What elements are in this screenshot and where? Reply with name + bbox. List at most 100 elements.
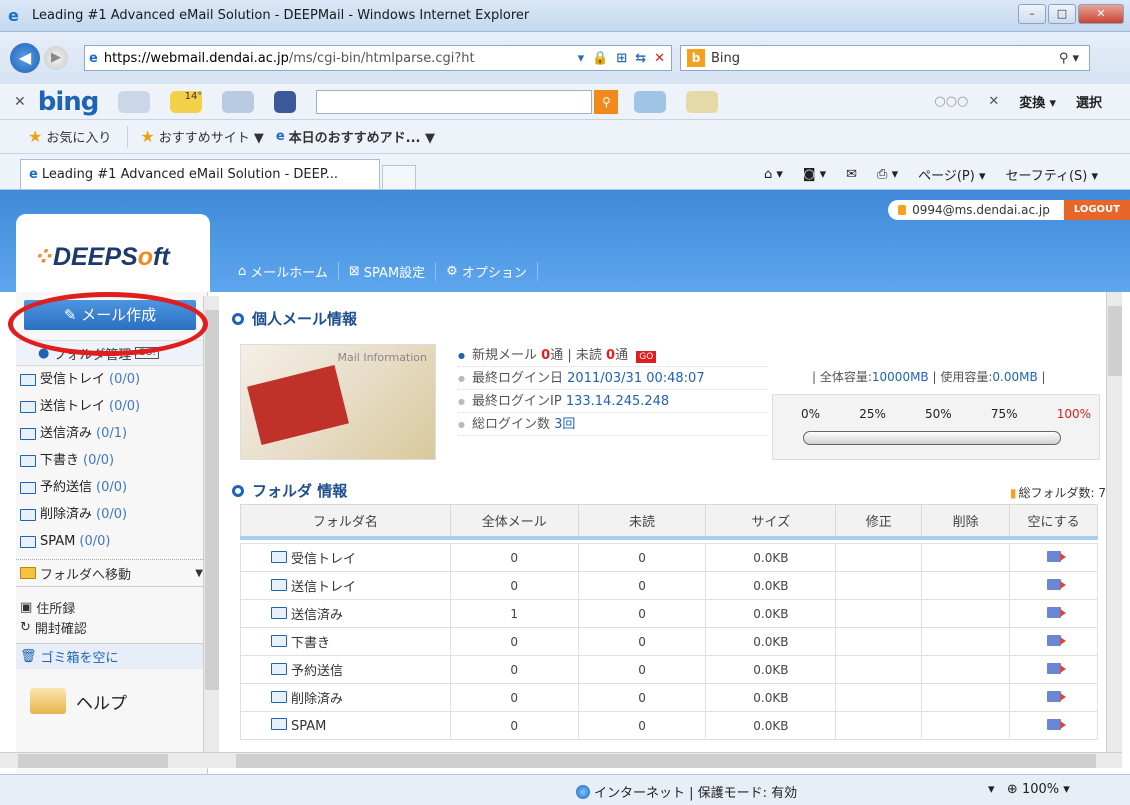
empty-folder-icon[interactable] [1046, 634, 1066, 646]
select-button[interactable]: 選択 [1076, 92, 1102, 111]
user-email: 0994@ms.dendai.ac.jp [888, 200, 1064, 220]
close-ext-icon[interactable]: ✕ [988, 94, 999, 109]
favorites-star-icon[interactable]: ★ [28, 127, 42, 146]
deepsoft-logo[interactable]: ⁘DEEPSoft [32, 242, 170, 272]
nav-spam-settings[interactable]: ⊠ SPAM設定 [339, 261, 437, 281]
folder-icon [20, 567, 36, 579]
logo-container: ⁘DEEPSoft [16, 214, 210, 292]
minimize-button[interactable]: – [1018, 4, 1046, 24]
empty-trash-button[interactable]: 🗑 ゴミ箱を空に [16, 643, 207, 669]
last-login-line: 最終ログイン日 2011/03/31 00:48:07 [458, 367, 768, 390]
search-icon[interactable]: ⚲ ▾ [1059, 51, 1089, 66]
status-bar: インターネット | 保護モード: 有効 ▾ ⊕ 100% ▾ [0, 774, 1130, 805]
home-button[interactable]: ⌂ ▾ [764, 167, 783, 182]
folder-name[interactable]: 受信トレイ [291, 552, 356, 567]
empty-folder-icon[interactable] [1046, 690, 1066, 702]
empty-folder-icon[interactable] [1046, 662, 1066, 674]
sidebar-folder-outbox[interactable]: 送信トレイ (0/0) [16, 393, 207, 420]
table-row: 下書き 0 0 0.0KB [240, 627, 1098, 656]
sidebar-folder-spam[interactable]: SPAM (0/0) [16, 528, 207, 555]
folder-name[interactable]: 予約送信 [291, 664, 343, 679]
forward-button[interactable]: ▶ [44, 46, 68, 70]
folder-name[interactable]: SPAM [291, 719, 326, 734]
new-tab-button[interactable] [382, 165, 416, 189]
car-icon[interactable] [118, 90, 151, 113]
tab-active[interactable]: e Leading #1 Advanced eMail Solution - D… [20, 159, 380, 189]
sidebar-folder-deleted[interactable]: 削除済み (0/0) [16, 501, 207, 528]
sidebar-folder-inbox[interactable]: 受信トレイ (0/0) [16, 366, 207, 393]
col-delete: 削除 [921, 504, 1011, 540]
nav-options[interactable]: ⚙ オプション [436, 261, 538, 281]
folder-name[interactable]: 送信済み [291, 608, 343, 623]
suggested-sites-link[interactable]: おすすめサイト ▼ [159, 127, 264, 146]
close-toolbar-icon[interactable]: ✕ [14, 94, 26, 110]
sidebar-folder-sent[interactable]: 送信済み (0/1) [16, 420, 207, 447]
search-box[interactable]: b Bing ⚲ ▾ [680, 45, 1090, 71]
table-row: 受信トレイ 0 0 0.0KB [240, 543, 1098, 572]
horizontal-scrollbar[interactable] [0, 752, 1122, 768]
maximize-button[interactable]: □ [1048, 4, 1076, 24]
section-bullet-icon [232, 484, 244, 497]
favorites-button[interactable]: お気に入り [46, 127, 111, 146]
folder-name[interactable]: 送信トレイ [291, 580, 356, 595]
weather-icon[interactable]: 14° [170, 90, 203, 113]
bing-logo[interactable]: bing [38, 87, 100, 117]
print-button[interactable]: ⎙ ▾ [877, 167, 898, 182]
dropdown-icon[interactable]: ▾ [578, 51, 585, 66]
sidebar-folder-scheduled[interactable]: 予約送信 (0/0) [16, 474, 207, 501]
more-icon[interactable]: ○○○ [934, 94, 968, 109]
logout-button[interactable]: LOGOUT [1063, 200, 1130, 220]
toolbar-search-icon[interactable]: ⚲ [594, 89, 619, 114]
move-to-folder-select[interactable]: フォルダへ移動 ▼ [16, 559, 207, 587]
col-unread: 未読 [577, 504, 707, 540]
read-check-link[interactable]: ↻ 開封確認 [16, 617, 207, 637]
refresh-icon[interactable]: ⇆ [635, 51, 646, 66]
empty-folder-icon[interactable] [1046, 718, 1066, 730]
help-link[interactable]: ヘルプ [16, 681, 207, 721]
folder-name[interactable]: 下書き [291, 636, 330, 651]
scrollbar-thumb[interactable] [1108, 306, 1122, 376]
folder-icon [271, 663, 287, 675]
empty-folder-icon[interactable] [1046, 578, 1066, 590]
login-count-line: 総ログイン数 3回 [458, 413, 768, 436]
back-button[interactable]: ◀ [10, 43, 40, 73]
sidebar-scrollbar[interactable] [203, 296, 219, 752]
facebook-icon[interactable] [274, 90, 297, 113]
go-badge[interactable]: GO [636, 351, 657, 363]
safety-menu[interactable]: セーフティ(S) ▾ [1006, 165, 1099, 184]
scrollbar-thumb[interactable] [205, 310, 219, 690]
close-button[interactable]: ✕ [1078, 4, 1124, 24]
compat-icon[interactable]: ⊞ [616, 51, 627, 66]
address-book-link[interactable]: ▣ 住所録 [16, 597, 207, 617]
translate-icon[interactable] [686, 90, 719, 113]
folder-icon [271, 717, 287, 730]
tab-title: Leading #1 Advanced eMail Solution - DEE… [41, 167, 339, 182]
feeds-button[interactable]: ◙ ▾ [803, 167, 826, 182]
toolbar-search-input[interactable] [316, 89, 593, 114]
web-page: ⁘DEEPSoft 0994@ms.dendai.ac.jp LOGOUT ⌂ メ… [0, 190, 1130, 774]
folder-name[interactable]: 削除済み [291, 692, 343, 707]
main-scrollbar[interactable] [1106, 292, 1122, 752]
address-bar[interactable]: e https://webmail.dendai.ac.jp/ms/cgi-bi… [84, 45, 672, 71]
zoom-control[interactable]: ▾ ⊕ 100% ▾ [988, 782, 1070, 797]
scrollbar-thumb[interactable] [236, 754, 1096, 768]
read-mail-button[interactable]: ✉ [846, 167, 857, 182]
lock-icon[interactable]: 🔒 [592, 51, 608, 66]
mail-icon[interactable] [222, 90, 255, 113]
window-title: Leading #1 Advanced eMail Solution - DEE… [32, 8, 530, 23]
convert-button[interactable]: 変換 ▾ [1019, 92, 1056, 111]
empty-folder-icon[interactable] [1046, 606, 1066, 618]
address-actions: ▾ 🔒 ⊞ ⇆ ✕ [578, 51, 671, 66]
tab-ie-icon: e [29, 167, 38, 182]
page-menu[interactable]: ページ(P) ▾ [918, 165, 985, 184]
empty-folder-icon[interactable] [1046, 550, 1066, 562]
nav-mail-home[interactable]: ⌂ メールホーム [228, 261, 339, 281]
stop-icon[interactable]: ✕ [654, 51, 665, 66]
url-path: /ms/cgi-bin/htmlparse.cgi?ht [288, 50, 475, 66]
add-favorite-icon[interactable]: ★ [140, 127, 154, 146]
maps-icon[interactable] [634, 90, 667, 113]
folder-table: フォルダ名 全体メール 未読 サイズ 修正 削除 空にする 受信トレイ 0 0 0.0… [240, 504, 1098, 740]
today-recommend-link[interactable]: 本日のおすすめアド... ▼ [289, 127, 435, 146]
scrollbar-thumb[interactable] [18, 754, 168, 768]
sidebar-folder-drafts[interactable]: 下書き (0/0) [16, 447, 207, 474]
